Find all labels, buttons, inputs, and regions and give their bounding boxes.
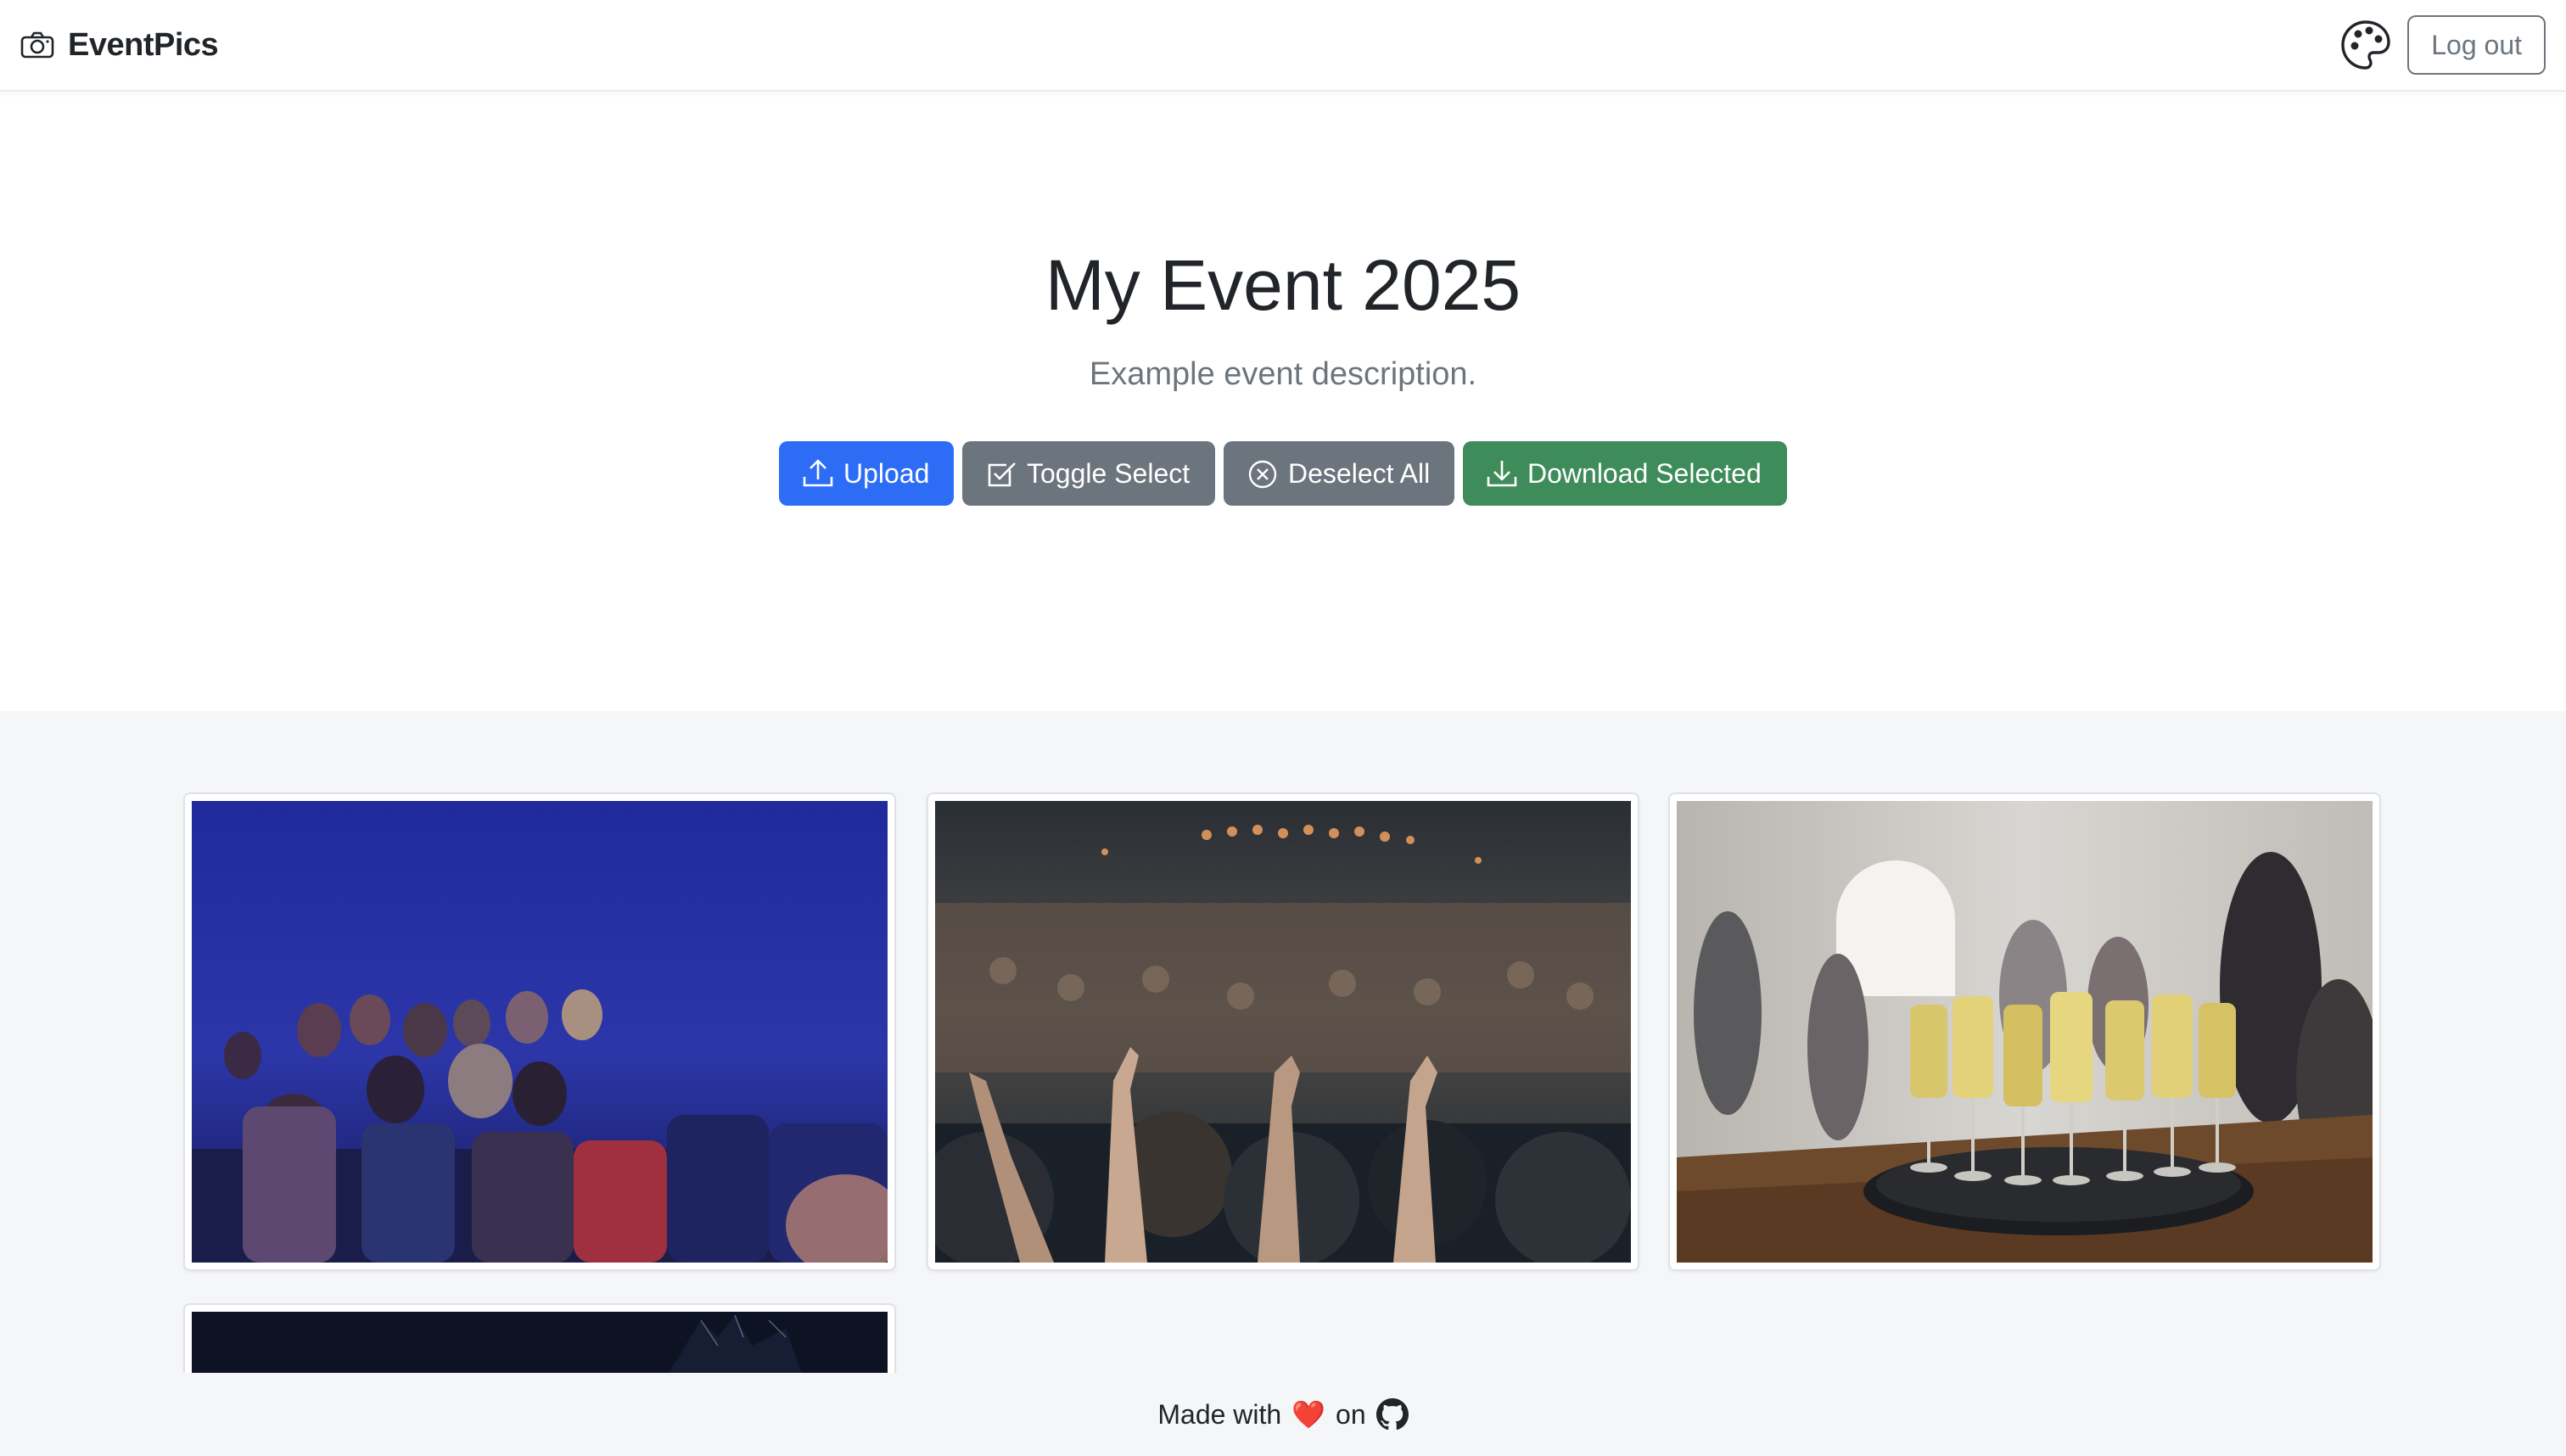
photo-card[interactable] xyxy=(183,792,896,1271)
event-header: My Event 2025 Example event description.… xyxy=(0,92,2566,711)
photo-concert-crowd[interactable] xyxy=(935,801,1631,1263)
navbar: EventPics Log out xyxy=(0,0,2566,92)
photo-card[interactable] xyxy=(1668,792,2381,1271)
photo-champagne-tray[interactable] xyxy=(1677,801,2373,1263)
palette-icon[interactable] xyxy=(2339,19,2392,71)
event-description: Example event description. xyxy=(1089,356,1477,392)
action-buttons: Upload Toggle Select Deselect All Downlo… xyxy=(0,441,2566,506)
download-selected-button[interactable]: Download Selected xyxy=(1463,441,1787,506)
x-circle-icon xyxy=(1246,456,1280,490)
brand-name: EventPics xyxy=(68,26,219,63)
download-selected-label: Download Selected xyxy=(1527,457,1762,489)
upload-label: Upload xyxy=(843,457,930,489)
photo-audience-theater[interactable] xyxy=(192,801,888,1263)
upload-icon xyxy=(801,456,835,490)
brand[interactable]: EventPics xyxy=(20,26,219,64)
camera-icon xyxy=(20,31,54,59)
footer-on: on xyxy=(1336,1398,1366,1430)
footer: Made with ❤️ on xyxy=(0,1373,2566,1456)
photo-card[interactable] xyxy=(183,1303,896,1376)
heart-icon: ❤️ xyxy=(1291,1399,1326,1430)
toggle-select-button[interactable]: Toggle Select xyxy=(962,441,1215,506)
footer-made-with: Made with xyxy=(1157,1398,1282,1430)
github-icon[interactable] xyxy=(1375,1398,1409,1431)
deselect-all-label: Deselect All xyxy=(1288,457,1431,489)
check-square-icon xyxy=(984,456,1018,490)
photo-gallery xyxy=(0,711,2566,1456)
logout-button[interactable]: Log out xyxy=(2407,15,2546,75)
toggle-select-label: Toggle Select xyxy=(1027,457,1191,489)
download-icon xyxy=(1485,456,1519,490)
event-title: My Event 2025 xyxy=(1045,245,1521,325)
deselect-all-button[interactable]: Deselect All xyxy=(1224,441,1454,506)
photo-card[interactable] xyxy=(927,792,1639,1271)
upload-button[interactable]: Upload xyxy=(779,441,954,506)
photo-dark-stage[interactable] xyxy=(192,1312,888,1376)
